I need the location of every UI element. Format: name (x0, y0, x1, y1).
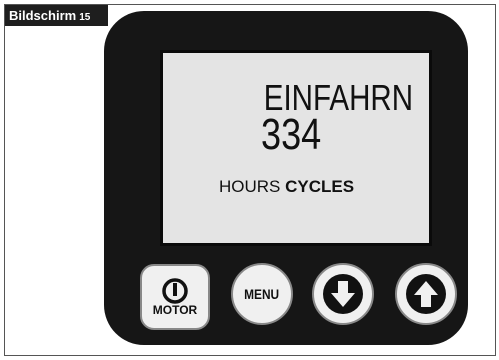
power-icon (162, 278, 188, 304)
menu-button[interactable]: MENU (231, 263, 293, 325)
display-count-value: 334 (261, 110, 322, 159)
screen-number: 15 (79, 12, 91, 23)
down-button[interactable] (312, 263, 374, 325)
screen-label: Bildschirm (9, 8, 77, 23)
up-button[interactable] (395, 263, 457, 325)
menu-button-label: MENU (244, 286, 280, 302)
screen-label-badge: Bildschirm 15 (5, 5, 108, 26)
display-units: HOURS CYCLES (219, 177, 354, 197)
arrow-up-icon (406, 274, 446, 314)
motor-button-label: MOTOR (152, 303, 198, 317)
motor-button[interactable]: MOTOR (140, 264, 210, 330)
lcd-display: EINFAHRN 334 HOURS CYCLES (160, 50, 432, 246)
units-hours-label: HOURS (219, 177, 281, 196)
units-cycles-label: CYCLES (285, 177, 355, 196)
arrow-down-icon (323, 274, 363, 314)
